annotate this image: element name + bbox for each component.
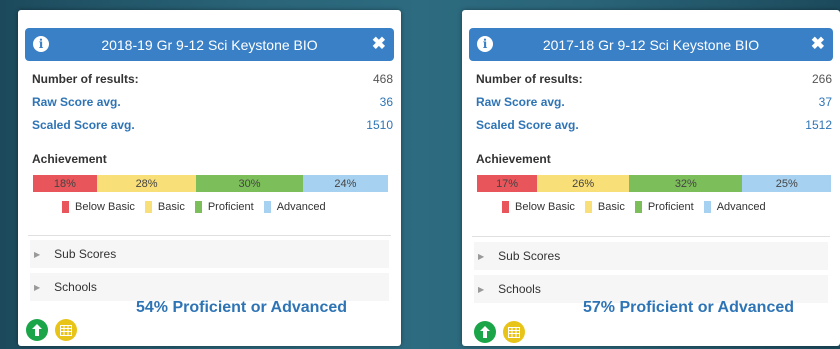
legend-label: Advanced [716,201,766,213]
stat-label: Number of results: [476,72,583,86]
close-icon[interactable]: ✖ [372,34,386,54]
section-label: Schools [54,280,97,294]
stat-value: 36 [379,95,393,109]
stats-list: Number of results: 468 Raw Score avg. 36… [28,68,393,137]
panel-title: 2017-18 Gr 9-12 Sci Keystone BIO [542,36,760,53]
achievement-label: Achievement [32,152,107,166]
legend-swatch-basic [144,201,152,213]
upload-icon [480,326,490,338]
info-icon[interactable]: i [33,36,49,52]
stat-row-scaled-score[interactable]: Scaled Score avg. 1510 [28,114,393,137]
section-schools[interactable]: ▶ Schools [30,273,389,301]
stat-value: 1510 [366,118,393,132]
stat-row-scaled-score[interactable]: Scaled Score avg. 1512 [472,114,832,137]
legend-label: Basic [157,201,185,213]
close-icon[interactable]: ✖ [811,34,825,54]
legend-swatch-below-basic [62,201,69,213]
section-label: Sub Scores [54,247,117,261]
segment-advanced: 25% [742,175,831,192]
segment-proficient: 30% [196,175,303,192]
segment-advanced: 24% [302,175,388,192]
stat-row-raw-score[interactable]: Raw Score avg. 37 [472,91,832,114]
legend-swatch-basic [584,201,592,213]
table-icon [60,324,72,336]
legend-swatch-proficient [634,201,642,213]
stat-value: 1512 [805,118,832,132]
table-button[interactable] [503,321,525,343]
legend-label: Proficient [207,201,254,213]
segment-below-basic: 17% [477,175,538,192]
stat-row-raw-score[interactable]: Raw Score avg. 36 [28,91,393,114]
segment-proficient: 32% [629,175,743,192]
stat-row-results: Number of results: 468 [28,68,393,91]
info-icon[interactable]: i [477,36,493,52]
panel-title-bar: i 2018-19 Gr 9-12 Sci Keystone BIO ✖ [25,28,394,61]
section-sub-scores[interactable]: ▶ Sub Scores [474,242,828,270]
panel-title: 2018-19 Gr 9-12 Sci Keystone BIO [101,36,318,53]
section-label: Sub Scores [498,249,561,263]
achievement-legend: Below Basic Basic Proficient Advanced [502,201,776,213]
segment-basic: 28% [96,175,197,192]
legend-swatch-proficient [194,201,202,213]
summary-text: 57% Proficient or Advanced [583,299,795,316]
caret-right-icon: ▶ [34,249,41,259]
stat-value: 266 [811,72,832,86]
achievement-legend: Below Basic Basic Proficient Advanced [62,201,336,213]
caret-right-icon: ▶ [478,284,485,294]
caret-right-icon: ▶ [34,282,41,292]
stats-list: Number of results: 266 Raw Score avg. 37… [472,68,832,137]
stat-row-results: Number of results: 266 [472,68,832,91]
segment-basic: 26% [537,175,630,192]
panel-title-bar: i 2017-18 Gr 9-12 Sci Keystone BIO ✖ [469,28,833,61]
legend-label: Basic [597,201,625,213]
table-icon [508,326,520,338]
assessment-panel-2018-19: i 2018-19 Gr 9-12 Sci Keystone BIO ✖ Num… [18,10,401,346]
stat-label[interactable]: Raw Score avg. [476,95,565,109]
summary-text: 54% Proficient or Advanced [136,299,348,316]
stat-label[interactable]: Raw Score avg. [32,95,121,109]
legend-swatch-advanced [263,201,271,213]
achievement-label: Achievement [476,152,551,166]
segment-below-basic: 18% [33,175,97,192]
legend-label: Below Basic [75,201,135,213]
legend-label: Advanced [276,201,326,213]
upload-button[interactable] [474,321,496,343]
legend-label: Proficient [647,201,694,213]
achievement-bar: 18% 28% 30% 24% [33,175,388,192]
table-button[interactable] [55,319,77,341]
section-label: Schools [498,282,541,296]
section-sub-scores[interactable]: ▶ Sub Scores [30,240,389,268]
caret-right-icon: ▶ [478,251,485,261]
upload-icon [32,324,42,336]
legend-swatch-advanced [703,201,711,213]
stat-label[interactable]: Scaled Score avg. [32,118,135,132]
stat-label[interactable]: Scaled Score avg. [476,118,579,132]
legend-label: Below Basic [515,201,575,213]
assessment-panel-2017-18: i 2017-18 Gr 9-12 Sci Keystone BIO ✖ Num… [462,10,840,346]
stat-value: 468 [372,72,393,86]
divider [28,235,391,236]
legend-swatch-below-basic [502,201,509,213]
stat-value: 37 [818,95,832,109]
achievement-bar: 17% 26% 32% 25% [477,175,831,192]
stat-label: Number of results: [32,72,139,86]
upload-button[interactable] [26,319,48,341]
divider [472,236,830,237]
